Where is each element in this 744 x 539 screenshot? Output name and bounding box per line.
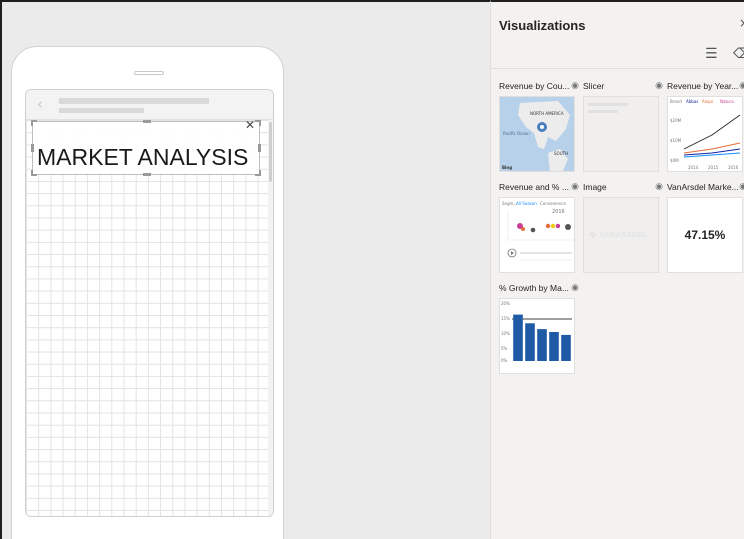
map-label: NORTH AMERICA [530,111,564,116]
viz-card-revenue-and-percent[interactable]: Revenue and % ... ◉ Segm... All Season Co… [499,181,579,273]
header-placeholder-line [59,108,144,113]
resize-handle[interactable] [258,144,261,152]
eye-icon[interactable]: ◉ [655,80,663,91]
eye-icon[interactable]: ◉ [739,80,744,91]
phone-scroll-thumb[interactable] [269,122,272,182]
eye-icon[interactable]: ◉ [571,282,579,293]
bar-chart-svg [512,314,572,361]
card-label: Revenue by Cou... [499,81,570,91]
slicer-placeholder [588,103,628,106]
resize-handle[interactable] [31,120,37,126]
viz-card-image[interactable]: Image ◉ ❖ VANARSDEL [583,181,663,273]
map-thumbnail[interactable]: NORTH AMERICA Pacific Ocean SOUTH Bing [499,96,575,172]
slicer-placeholder [588,110,618,113]
visualizations-pane: Visualizations × ☰ ⌫ Revenue by Cou...◉ … [490,0,744,539]
eye-icon[interactable]: ◉ [655,181,663,192]
resize-handle[interactable] [31,144,34,152]
bar-chart-thumbnail[interactable]: 20% 15% 10% 5% 0% [499,298,575,374]
kpi-card-thumbnail[interactable]: 47.15% [667,197,743,273]
header-placeholder-line [59,98,209,104]
resize-handle[interactable] [143,173,151,176]
scatter-thumbnail[interactable]: Segm... All Season Convenience 2016 [499,197,575,273]
viz-card-growth-by-manufacturer[interactable]: % Growth by Ma... ◉ 20% 15% 10% 5% 0% [499,282,579,374]
line-chart-svg [683,114,741,158]
eye-icon[interactable]: ◉ [571,181,579,192]
map-label: Pacific Ocean [503,131,530,136]
image-logo-text: VANARSDEL [600,232,648,239]
card-label: VanArsdel Marke... [667,182,739,192]
resize-handle[interactable] [31,170,37,176]
vanarsdel-logo-icon: ❖ [588,230,597,241]
bar [525,323,535,361]
report-canvas[interactable]: ‹ MARKET ANALYSIS ✕ [0,0,490,539]
viz-card-revenue-by-country[interactable]: Revenue by Cou... ◉ NORTH AMERICA Pacific… [499,80,579,172]
remove-visual-icon[interactable]: ✕ [245,119,255,131]
bing-logo: Bing [502,165,513,170]
pane-title: Visualizations [499,18,586,33]
bar [549,332,559,361]
resize-handle[interactable] [143,120,151,123]
card-label: Revenue and % ... [499,182,569,192]
pane-divider [491,68,744,69]
bar [513,314,523,361]
slicer-thumbnail[interactable] [583,96,659,172]
kpi-value: 47.15% [684,228,726,242]
title-textbox-visual[interactable]: MARKET ANALYSIS ✕ [31,119,261,176]
card-label: Revenue by Year... [667,81,739,91]
map-label: SOUTH [554,151,569,156]
resize-handle[interactable] [255,170,261,176]
title-text: MARKET ANALYSIS [37,144,249,170]
back-chevron-icon: ‹ [37,95,43,113]
resize-handle[interactable] [255,120,261,126]
line-series [683,114,741,150]
line-chart-thumbnail[interactable]: Brand Abbas Aliqui Natura $20M $10M $0M … [667,96,743,172]
viz-card-revenue-by-year[interactable]: Revenue by Year... ◉ Brand Abbas Aliqui N… [667,80,744,172]
scatter-graphic [507,212,574,261]
eye-icon[interactable]: ◉ [739,181,744,192]
line-series [683,152,741,158]
bar [537,329,547,361]
format-icon[interactable]: ☰ [705,46,718,62]
phone-header: ‹ [26,90,273,120]
image-thumbnail[interactable]: ❖ VANARSDEL [583,197,659,273]
layout-grid[interactable] [26,120,270,516]
card-label: Image [583,182,607,192]
close-icon[interactable]: × [739,16,744,30]
bar [561,334,571,361]
viz-card-slicer[interactable]: Slicer ◉ [583,80,663,172]
eraser-icon[interactable]: ⌫ [733,46,744,62]
eye-icon[interactable]: ◉ [571,80,579,91]
viz-card-vanarsdel-market[interactable]: VanArsdel Marke... ◉ 47.15% [667,181,744,273]
phone-speaker [134,71,164,75]
card-label: % Growth by Ma... [499,283,569,293]
card-label: Slicer [583,81,605,91]
